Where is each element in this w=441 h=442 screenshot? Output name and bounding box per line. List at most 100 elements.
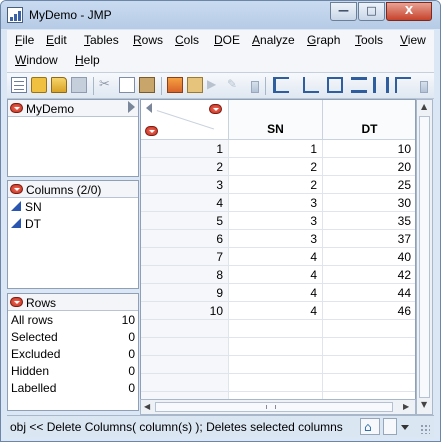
scripts-disclosure-icon[interactable] bbox=[128, 101, 135, 113]
toolbar-overflow-chevron-icon[interactable] bbox=[251, 81, 259, 93]
menu-window[interactable]: Window bbox=[15, 53, 58, 67]
empty-cell[interactable] bbox=[323, 356, 415, 374]
cell-sn[interactable]: 2 bbox=[229, 176, 323, 194]
vertical-scroll-thumb[interactable] bbox=[419, 116, 430, 398]
cell-dt[interactable]: 46 bbox=[323, 302, 415, 320]
row-number[interactable]: 1 bbox=[141, 140, 229, 158]
stop-script-icon[interactable]: ✎ bbox=[227, 77, 243, 93]
red-triangle-menu-icon[interactable] bbox=[10, 297, 23, 307]
cut-icon[interactable]: ✂ bbox=[99, 77, 115, 93]
journal-icon[interactable] bbox=[187, 77, 203, 93]
cell-dt[interactable]: 20 bbox=[323, 158, 415, 176]
menu-tools[interactable]: Tools bbox=[355, 33, 383, 47]
cell-sn[interactable]: 4 bbox=[229, 284, 323, 302]
empty-cell[interactable] bbox=[323, 338, 415, 356]
save-icon[interactable] bbox=[71, 77, 87, 93]
run-script-icon[interactable]: ▶ bbox=[207, 77, 223, 93]
red-triangle-menu-icon[interactable] bbox=[10, 184, 23, 194]
maximize-button[interactable]: □ bbox=[358, 2, 385, 21]
row-number[interactable]: 6 bbox=[141, 230, 229, 248]
window-list-checkbox[interactable] bbox=[383, 418, 397, 435]
cell-sn[interactable]: 1 bbox=[229, 140, 323, 158]
multivariate-icon[interactable] bbox=[373, 77, 389, 93]
cell-sn[interactable]: 3 bbox=[229, 212, 323, 230]
scroll-left-icon[interactable]: ◀ bbox=[144, 402, 150, 411]
cell-sn[interactable]: 4 bbox=[229, 302, 323, 320]
cell-sn[interactable]: 4 bbox=[229, 248, 323, 266]
scroll-up-icon[interactable]: ▲ bbox=[421, 102, 427, 111]
rows-red-triangle-icon[interactable] bbox=[145, 126, 158, 136]
horizontal-scrollbar[interactable]: ◀ ▶ bbox=[140, 399, 416, 415]
column-item-sn[interactable]: SN bbox=[8, 198, 138, 215]
menu-graph[interactable]: Graph bbox=[307, 33, 340, 47]
cell-dt[interactable]: 35 bbox=[323, 212, 415, 230]
menu-cols[interactable]: Cols bbox=[175, 33, 199, 47]
cell-dt[interactable]: 10 bbox=[323, 140, 415, 158]
empty-cell[interactable] bbox=[229, 374, 323, 392]
cell-sn[interactable]: 3 bbox=[229, 194, 323, 212]
cell-dt[interactable]: 30 bbox=[323, 194, 415, 212]
cell-dt[interactable]: 42 bbox=[323, 266, 415, 284]
toolbar-overflow-chevron-icon[interactable] bbox=[420, 81, 428, 93]
paste-icon[interactable] bbox=[139, 77, 155, 93]
partition-icon[interactable] bbox=[395, 77, 411, 93]
column-header-dt[interactable]: DT bbox=[323, 100, 415, 140]
empty-cell[interactable] bbox=[141, 320, 229, 338]
scroll-down-icon[interactable]: ▼ bbox=[421, 400, 427, 409]
menu-doe[interactable]: DOE bbox=[214, 33, 240, 47]
column-header-sn[interactable]: SN bbox=[229, 100, 323, 140]
empty-cell[interactable] bbox=[323, 320, 415, 338]
row-number[interactable]: 4 bbox=[141, 194, 229, 212]
new-script-icon[interactable] bbox=[31, 77, 47, 93]
menu-analyze[interactable]: Analyze bbox=[252, 33, 295, 47]
empty-cell[interactable] bbox=[229, 338, 323, 356]
home-button[interactable]: ⌂ bbox=[360, 418, 380, 435]
menu-rows[interactable]: Rows bbox=[133, 33, 163, 47]
vertical-scrollbar[interactable]: ▲ ▼ bbox=[416, 99, 433, 415]
row-number[interactable]: 9 bbox=[141, 284, 229, 302]
cell-dt[interactable]: 40 bbox=[323, 248, 415, 266]
empty-cell[interactable] bbox=[229, 356, 323, 374]
copy-icon[interactable] bbox=[119, 77, 135, 93]
menu-help[interactable]: Help bbox=[75, 53, 100, 67]
fit-model-icon[interactable] bbox=[351, 77, 367, 93]
cell-dt[interactable]: 25 bbox=[323, 176, 415, 194]
cell-dt[interactable]: 44 bbox=[323, 284, 415, 302]
empty-cell[interactable] bbox=[229, 320, 323, 338]
matched-pairs-icon[interactable] bbox=[327, 77, 343, 93]
resize-grip-icon[interactable] bbox=[420, 424, 430, 434]
horizontal-scroll-thumb[interactable] bbox=[155, 402, 393, 412]
empty-cell[interactable] bbox=[141, 338, 229, 356]
scroll-right-icon[interactable]: ▶ bbox=[403, 402, 409, 411]
minimize-button[interactable]: — bbox=[330, 2, 357, 21]
columns-red-triangle-icon[interactable] bbox=[209, 104, 222, 114]
distribution-icon[interactable] bbox=[273, 77, 289, 93]
open-folder-icon[interactable] bbox=[51, 77, 67, 93]
collapse-panel-icon[interactable] bbox=[146, 103, 152, 113]
fit-y-by-x-icon[interactable] bbox=[303, 77, 319, 93]
cell-sn[interactable]: 3 bbox=[229, 230, 323, 248]
title-bar[interactable]: MyDemo - JMP — □ X bbox=[1, 1, 440, 29]
cell-sn[interactable]: 2 bbox=[229, 158, 323, 176]
row-number[interactable]: 5 bbox=[141, 212, 229, 230]
menu-tables[interactable]: Tables bbox=[84, 33, 119, 47]
row-number[interactable]: 8 bbox=[141, 266, 229, 284]
cell-dt[interactable]: 37 bbox=[323, 230, 415, 248]
red-triangle-menu-icon[interactable] bbox=[10, 103, 23, 113]
data-table-icon[interactable] bbox=[167, 77, 183, 93]
window-list-dropdown-icon[interactable] bbox=[401, 425, 409, 430]
new-data-table-icon[interactable] bbox=[11, 77, 27, 93]
column-item-dt[interactable]: DT bbox=[8, 215, 138, 232]
row-number[interactable]: 7 bbox=[141, 248, 229, 266]
empty-cell[interactable] bbox=[141, 356, 229, 374]
row-number[interactable]: 3 bbox=[141, 176, 229, 194]
menu-view[interactable]: View bbox=[400, 33, 426, 47]
empty-cell[interactable] bbox=[141, 374, 229, 392]
row-number[interactable]: 10 bbox=[141, 302, 229, 320]
menu-file[interactable]: File bbox=[15, 33, 34, 47]
row-number[interactable]: 2 bbox=[141, 158, 229, 176]
close-button[interactable]: X bbox=[386, 2, 432, 21]
cell-sn[interactable]: 4 bbox=[229, 266, 323, 284]
menu-edit[interactable]: Edit bbox=[46, 33, 67, 47]
empty-cell[interactable] bbox=[323, 374, 415, 392]
